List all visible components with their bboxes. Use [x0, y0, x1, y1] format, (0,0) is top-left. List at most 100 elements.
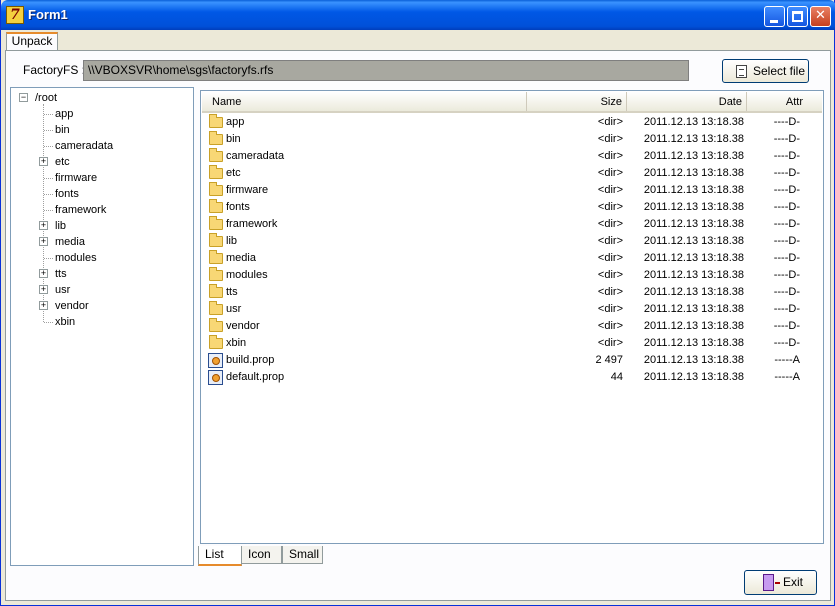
title-bar[interactable]: 7 Form1 ✕	[1, 0, 835, 30]
table-row[interactable]: firmware <dir> 2011.12.13 13:18.38 ----D-	[202, 182, 822, 199]
tree-item-label: xbin	[55, 316, 76, 328]
cell-date: 2011.12.13 13:18.38	[643, 184, 744, 196]
cell-name: app	[226, 116, 245, 128]
table-row[interactable]: cameradata <dir> 2011.12.13 13:18.38 ----D-	[202, 148, 822, 165]
tab-list[interactable]: List	[198, 546, 242, 566]
folder-icon	[209, 148, 223, 162]
folder-icon	[209, 335, 223, 349]
cell-attr: ----D-	[773, 167, 800, 179]
list-header: Name Size Date Attr	[202, 92, 822, 113]
expand-icon[interactable]: +	[39, 301, 48, 310]
cell-attr: ----D-	[773, 116, 800, 128]
file-icon	[208, 370, 223, 385]
cell-attr: ----D-	[773, 218, 800, 230]
file-icon	[208, 353, 223, 368]
table-row[interactable]: tts <dir> 2011.12.13 13:18.38 ----D-	[202, 284, 822, 301]
cell-attr: ----D-	[773, 303, 800, 315]
expand-icon[interactable]: +	[39, 285, 48, 294]
folder-icon	[209, 267, 223, 281]
tree-branch-line	[44, 322, 53, 323]
minimize-icon	[770, 20, 778, 23]
minimize-button[interactable]	[764, 6, 785, 27]
file-list[interactable]: Name Size Date Attr app <dir> 2011.12.13 1…	[200, 90, 824, 544]
cell-date: 2011.12.13 13:18.38	[643, 286, 744, 298]
cell-name: media	[226, 252, 256, 264]
table-row[interactable]: modules <dir> 2011.12.13 13:18.38 ----D-	[202, 267, 822, 284]
expand-icon[interactable]: +	[39, 157, 48, 166]
table-row[interactable]: build.prop 2 497 2011.12.13 13:18.38 -----A	[202, 352, 822, 369]
column-header-date[interactable]: Date	[627, 92, 747, 111]
table-row[interactable]: default.prop 44 2011.12.13 13:18.38 -----A	[202, 369, 822, 386]
column-header-name[interactable]: Name	[202, 92, 527, 111]
tree-item-label: media	[55, 236, 85, 248]
select-file-label: Select file	[753, 64, 806, 78]
tree-item-label: tts	[55, 268, 67, 280]
folder-icon	[209, 165, 223, 179]
tab-small[interactable]: Small	[282, 546, 323, 564]
table-row[interactable]: vendor <dir> 2011.12.13 13:18.38 ----D-	[202, 318, 822, 335]
cell-size: <dir>	[597, 252, 623, 264]
tab-icon[interactable]: Icon	[241, 546, 282, 564]
table-row[interactable]: fonts <dir> 2011.12.13 13:18.38 ----D-	[202, 199, 822, 216]
table-row[interactable]: app <dir> 2011.12.13 13:18.38 ----D-	[202, 114, 822, 131]
column-header-attr[interactable]: Attr	[747, 92, 803, 111]
table-row[interactable]: framework <dir> 2011.12.13 13:18.38 ----D-	[202, 216, 822, 233]
folder-icon	[209, 216, 223, 230]
expand-icon[interactable]: +	[39, 269, 48, 278]
expand-icon[interactable]: +	[39, 221, 48, 230]
folder-icon	[209, 199, 223, 213]
collapse-icon[interactable]: −	[19, 93, 28, 102]
table-row[interactable]: media <dir> 2011.12.13 13:18.38 ----D-	[202, 250, 822, 267]
cell-attr: ----D-	[773, 150, 800, 162]
cell-name: lib	[226, 235, 238, 247]
table-row[interactable]: etc <dir> 2011.12.13 13:18.38 ----D-	[202, 165, 822, 182]
exit-button[interactable]: Exit	[744, 570, 817, 595]
cell-attr: ----D-	[773, 269, 800, 281]
cell-name: etc	[226, 167, 241, 179]
tree-branch-line	[44, 210, 53, 211]
cell-date: 2011.12.13 13:18.38	[643, 354, 744, 366]
cell-name: default.prop	[226, 371, 285, 383]
cell-size: <dir>	[597, 116, 623, 128]
close-button[interactable]: ✕	[810, 6, 831, 27]
tree-item-label: /root	[35, 92, 58, 104]
cell-attr: -----A	[774, 371, 800, 383]
cell-size: <dir>	[597, 133, 623, 145]
folder-tree[interactable]: − /root app bin cameradata + etc firmwar…	[10, 87, 194, 566]
select-file-button[interactable]: Select file	[722, 59, 809, 83]
expand-icon[interactable]: +	[39, 237, 48, 246]
table-row[interactable]: xbin <dir> 2011.12.13 13:18.38 ----D-	[202, 335, 822, 352]
table-row[interactable]: bin <dir> 2011.12.13 13:18.38 ----D-	[202, 131, 822, 148]
factoryfs-path-field[interactable]: \\VBOXSVR\home\sgs\factoryfs.rfs	[83, 60, 689, 81]
cell-date: 2011.12.13 13:18.38	[643, 116, 744, 128]
cell-date: 2011.12.13 13:18.38	[643, 150, 744, 162]
folder-icon	[209, 182, 223, 196]
factoryfs-label: FactoryFS :	[23, 63, 86, 77]
cell-attr: ----D-	[773, 286, 800, 298]
table-row[interactable]: lib <dir> 2011.12.13 13:18.38 ----D-	[202, 233, 822, 250]
tree-item-label: lib	[55, 220, 67, 232]
cell-name: fonts	[226, 201, 250, 213]
tree-item-label: bin	[55, 124, 70, 136]
tab-unpack[interactable]: Unpack	[6, 32, 58, 50]
cell-name: usr	[226, 303, 242, 315]
cell-name: build.prop	[226, 354, 275, 366]
cell-size: <dir>	[597, 150, 623, 162]
cell-size: <dir>	[597, 269, 623, 281]
column-header-size[interactable]: Size	[527, 92, 627, 111]
table-row[interactable]: usr <dir> 2011.12.13 13:18.38 ----D-	[202, 301, 822, 318]
tree-item-label: usr	[55, 284, 71, 296]
cell-attr: ----D-	[773, 201, 800, 213]
cell-size: <dir>	[597, 320, 623, 332]
cell-date: 2011.12.13 13:18.38	[643, 235, 744, 247]
tree-item-label: framework	[55, 204, 107, 216]
cell-date: 2011.12.13 13:18.38	[643, 252, 744, 264]
cell-size: <dir>	[597, 337, 623, 349]
maximize-button[interactable]	[787, 6, 808, 27]
cell-date: 2011.12.13 13:18.38	[643, 269, 744, 281]
cell-size: 2 497	[595, 354, 623, 366]
app-icon: 7	[6, 6, 24, 24]
document-icon	[736, 65, 747, 78]
cell-name: xbin	[226, 337, 247, 349]
cell-date: 2011.12.13 13:18.38	[643, 371, 744, 383]
